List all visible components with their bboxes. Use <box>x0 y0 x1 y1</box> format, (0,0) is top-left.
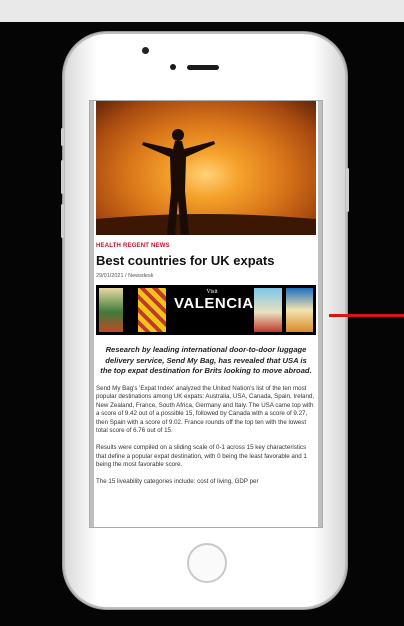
right-gutter <box>318 101 322 527</box>
sunset-silhouette <box>96 129 316 235</box>
phone-screen[interactable]: HEALTH REGENT NEWS Best countries for UK… <box>89 100 323 528</box>
article-paragraph-1: Send My Bag's 'Expat Index' analyzed the… <box>96 384 315 435</box>
poster-1 <box>99 288 123 332</box>
left-gutter <box>90 101 94 527</box>
valencia-logo: Visit VALENCIA <box>174 289 254 312</box>
front-camera <box>142 47 149 54</box>
phone-volume-up <box>61 160 64 194</box>
earpiece-speaker <box>187 65 219 70</box>
valencia-banner: Visit VALENCIA <box>96 285 316 335</box>
article-categories[interactable]: HEALTH REGENT NEWS <box>96 243 316 249</box>
article: HEALTH REGENT NEWS Best countries for UK… <box>96 101 316 486</box>
phone-volume-down <box>61 204 64 238</box>
hero-image <box>96 101 316 235</box>
top-bar <box>0 0 404 22</box>
sensor-dot <box>170 64 176 70</box>
poster-2 <box>138 288 166 332</box>
article-paragraph-2: Results were compiled on a sliding scale… <box>96 444 307 469</box>
article-paragraph-3: The 15 liveability categories include: c… <box>96 477 259 485</box>
poster-3 <box>254 288 282 332</box>
article-meta: 29/01/2021 / Newsdesk <box>96 273 154 279</box>
phone-mute-switch <box>61 128 64 146</box>
pointer-line <box>329 314 404 317</box>
home-button[interactable] <box>187 543 227 583</box>
article-title: Best countries for UK expats <box>96 253 275 268</box>
article-lead: Research by leading international door-t… <box>100 345 312 375</box>
poster-4 <box>286 288 313 332</box>
phone-power-button <box>346 168 349 212</box>
